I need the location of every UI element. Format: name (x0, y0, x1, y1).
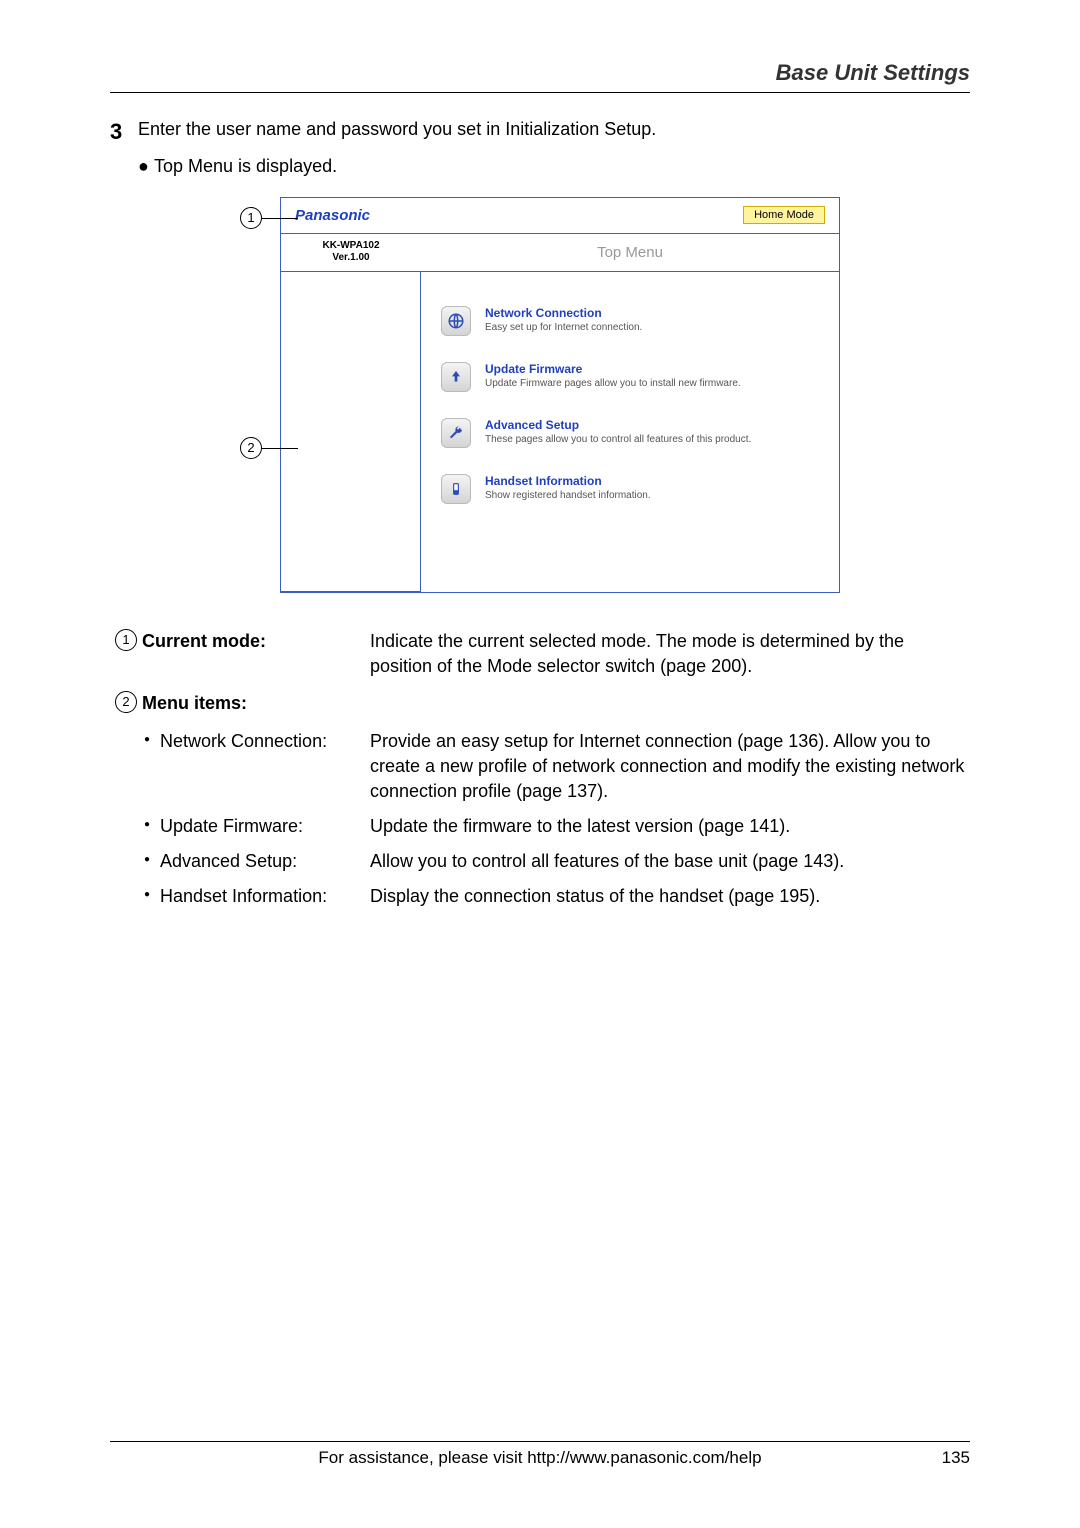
menu-item-firmware: Update Firmware Update Firmware pages al… (441, 362, 819, 392)
wrench-icon (441, 418, 471, 448)
footer-rule (110, 1441, 970, 1442)
footer-text: For assistance, please visit http://www.… (318, 1448, 761, 1468)
menu-item-title: Network Connection (485, 306, 642, 320)
def-label-1: Current mode: (142, 629, 370, 679)
screenshot-body: Network Connection Easy set up for Inter… (281, 272, 839, 592)
menu-item-desc: These pages allow you to control all fea… (485, 434, 751, 445)
screenshot-main: Network Connection Easy set up for Inter… (421, 272, 839, 592)
callout-2: 2 (240, 437, 262, 459)
callout-2-line (262, 448, 298, 449)
def-number-2: 2 (115, 691, 137, 713)
bullet-dot: ● (138, 154, 154, 179)
menu-item-desc: Update Firmware pages allow you to insta… (485, 378, 741, 389)
model-version: Ver.1.00 (281, 252, 421, 264)
sub-row-network: Network Connection: Provide an easy setu… (110, 729, 970, 805)
menu-item-handset: Handset Information Show registered hand… (441, 474, 819, 504)
step-row: 3 Enter the user name and password you s… (110, 117, 970, 148)
arrow-up-icon (441, 362, 471, 392)
model-info: KK-WPA102 Ver.1.00 (281, 240, 421, 264)
sub-row-handset: Handset Information: Display the connect… (110, 884, 970, 909)
sub-desc: Update the firmware to the latest versio… (370, 814, 970, 839)
mode-badge: Home Mode (743, 206, 825, 224)
step-text: Enter the user name and password you set… (138, 117, 656, 148)
sub-row-advanced: Advanced Setup: Allow you to control all… (110, 849, 970, 874)
page-footer: For assistance, please visit http://www.… (110, 1441, 970, 1468)
screenshot-sidebar (281, 272, 421, 592)
model-number: KK-WPA102 (281, 240, 421, 252)
sub-desc: Provide an easy setup for Internet conne… (370, 729, 970, 805)
sub-row-firmware: Update Firmware: Update the firmware to … (110, 814, 970, 839)
sub-desc: Display the connection status of the han… (370, 884, 970, 909)
screenshot-wrapper: 1 2 Panasonic Home Mode KK-WPA102 Ver.1.… (110, 197, 970, 593)
menu-item-network: Network Connection Easy set up for Inter… (441, 306, 819, 336)
definition-row-1: 1 Current mode: Indicate the current sel… (110, 629, 970, 679)
callout-1: 1 (240, 207, 262, 229)
page-number: 135 (942, 1448, 970, 1468)
sub-label: Advanced Setup: (142, 849, 370, 874)
top-menu-title: Top Menu (421, 244, 839, 261)
screenshot-panel: Panasonic Home Mode KK-WPA102 Ver.1.00 T… (280, 197, 840, 593)
brand-logo: Panasonic (281, 207, 421, 224)
menu-item-desc: Easy set up for Internet connection. (485, 322, 642, 333)
screenshot-subbar: KK-WPA102 Ver.1.00 Top Menu (281, 234, 839, 272)
sub-label: Network Connection: (142, 729, 370, 805)
definition-row-2: 2 Menu items: (110, 691, 970, 716)
globe-icon (441, 306, 471, 336)
step-number: 3 (110, 117, 138, 148)
sub-label: Update Firmware: (142, 814, 370, 839)
menu-item-desc: Show registered handset information. (485, 490, 651, 501)
def-label-2: Menu items: (142, 691, 370, 716)
sub-label: Handset Information: (142, 884, 370, 909)
step-bullet-row: ● Top Menu is displayed. (138, 154, 970, 179)
callout-1-line (262, 218, 298, 219)
sub-desc: Allow you to control all features of the… (370, 849, 970, 874)
step-bullet-text: Top Menu is displayed. (154, 154, 337, 179)
def-desc-1: Indicate the current selected mode. The … (370, 629, 970, 679)
menu-item-title: Update Firmware (485, 362, 741, 376)
menu-item-advanced: Advanced Setup These pages allow you to … (441, 418, 819, 448)
definitions-list: 1 Current mode: Indicate the current sel… (110, 629, 970, 910)
section-title: Base Unit Settings (110, 60, 970, 86)
header-rule (110, 92, 970, 93)
handset-icon (441, 474, 471, 504)
menu-item-title: Handset Information (485, 474, 651, 488)
def-number-1: 1 (115, 629, 137, 651)
menu-item-title: Advanced Setup (485, 418, 751, 432)
callout-column: 1 2 (240, 197, 280, 593)
screenshot-topbar: Panasonic Home Mode (281, 198, 839, 234)
